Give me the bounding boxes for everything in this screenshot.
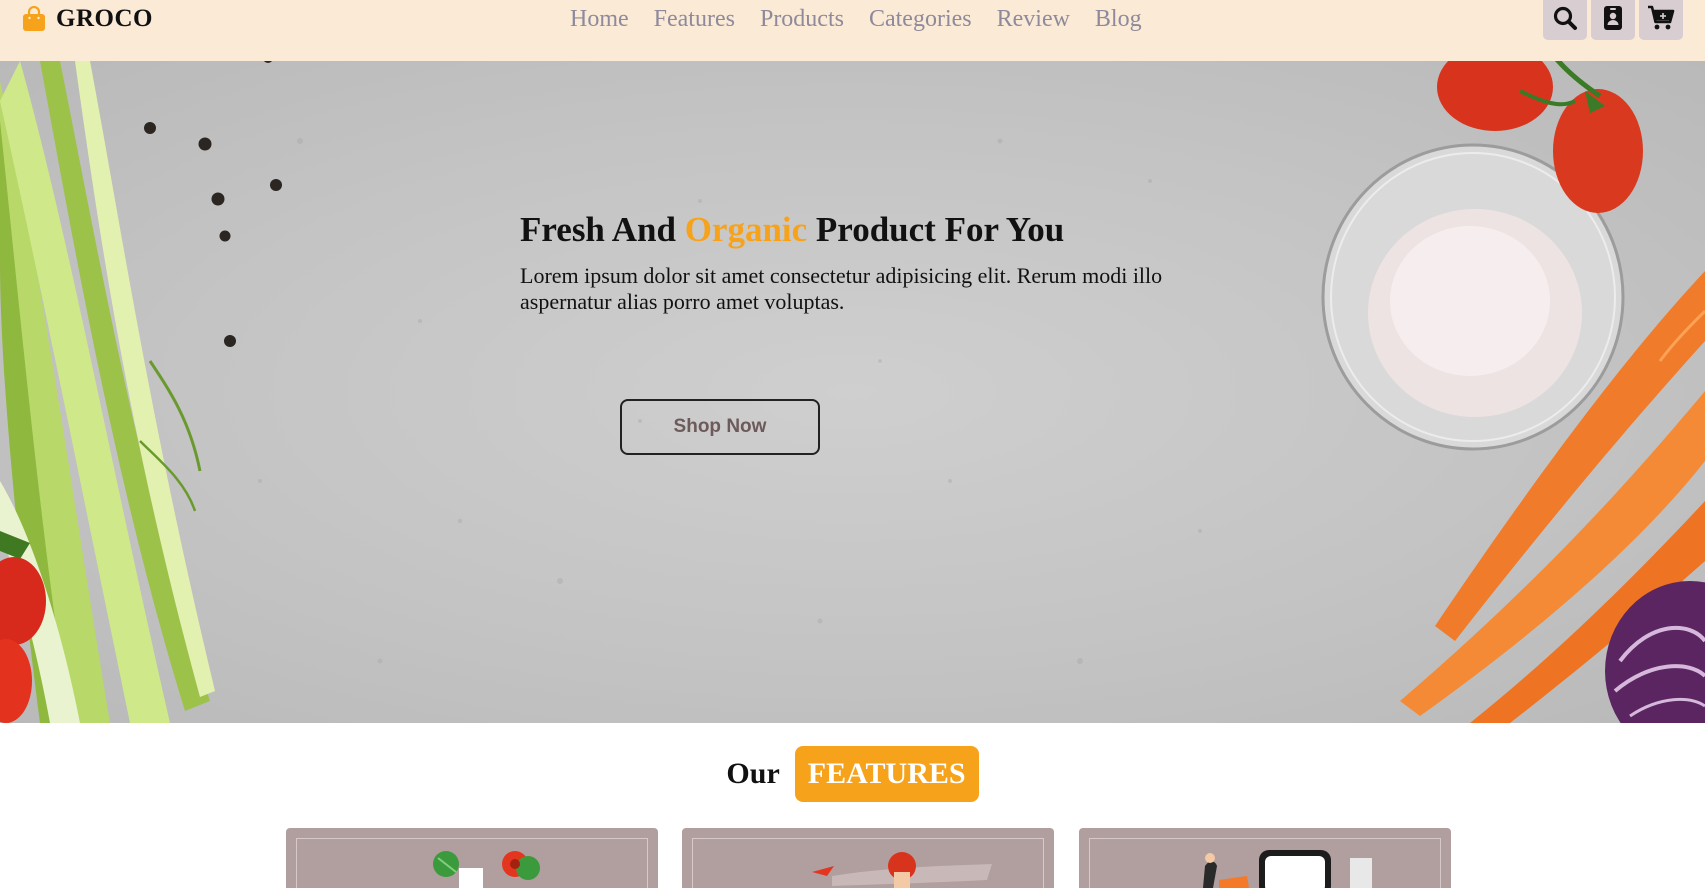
main-nav: Home Features Products Categories Review… [570,4,1142,34]
hero-content: Fresh And Organic Product For You Lorem … [520,209,1220,455]
feature-card-payment [1079,828,1451,888]
header-actions [1543,0,1683,40]
shopping-bag-icon [22,5,46,32]
search-icon [1552,5,1578,36]
cart-icon [1647,5,1675,36]
hero-title-accent: Organic [684,210,808,249]
features-heading-prefix: Our [726,757,780,790]
nav-blog[interactable]: Blog [1095,4,1142,34]
features-heading-badge: FEATURES [794,746,979,802]
feature-card-delivery [682,828,1054,888]
nav-products[interactable]: Products [760,4,844,34]
cart-button[interactable] [1639,0,1683,40]
contact-button[interactable] [1591,0,1635,40]
nav-features[interactable]: Features [654,4,735,34]
nav-home[interactable]: Home [570,4,629,34]
nav-review[interactable]: Review [997,4,1070,34]
peppercorns-illustration [144,61,282,347]
hero-section: Fresh And Organic Product For You Lorem … [0,61,1705,723]
hero-title-start: Fresh And [520,210,685,249]
contact-card-icon [1603,5,1623,36]
hero-description: Lorem ipsum dolor sit amet consectetur a… [520,263,1163,314]
feature-card-fresh [286,828,658,888]
brand-name: GROCO [56,5,153,32]
mobile-payment-illustration [1203,850,1372,888]
fresh-vegetables-illustration [433,851,540,888]
brand-logo[interactable]: GROCO [22,4,153,34]
nav-categories[interactable]: Categories [869,4,972,34]
features-heading: Our FEATURES [0,746,1705,802]
site-header: GROCO Home Features Products Categories … [0,0,1705,61]
hero-title: Fresh And Organic Product For You [520,209,1220,251]
hero-background-image [0,61,1705,723]
hero-title-end: Product For You [807,210,1065,249]
delivery-person-illustration [812,852,992,888]
search-button[interactable] [1543,0,1587,40]
shop-now-button[interactable]: Shop Now [620,399,820,455]
